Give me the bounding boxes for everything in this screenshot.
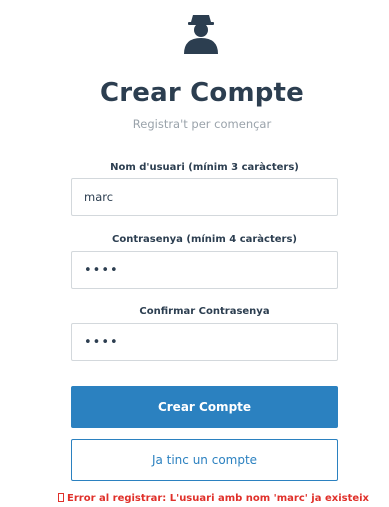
error-text: Error al registrar: L'usuari amb nom 'ma… [67,493,370,504]
confirm-password-label: Confirmar Contrasenya [139,306,270,317]
password-input[interactable] [71,251,338,289]
have-account-button[interactable]: Ja tinc un compte [71,439,338,481]
username-label: Nom d'usuari (mínim 3 caràcters) [110,162,299,173]
error-message: Error al registrar: L'usuari amb nom 'ma… [58,493,388,504]
page-title: Crear Compte [99,78,305,108]
user-avatar-icon [184,15,218,54]
error-icon [58,493,64,502]
username-input[interactable] [71,178,338,216]
page-subtitle: Registra't per començar [132,117,272,131]
create-account-button[interactable]: Crear Compte [71,386,338,428]
password-label: Contrasenya (mínim 4 caràcters) [112,234,297,245]
confirm-password-input[interactable] [71,323,338,361]
register-page: Crear Compte Registra't per començar Nom… [0,0,389,507]
